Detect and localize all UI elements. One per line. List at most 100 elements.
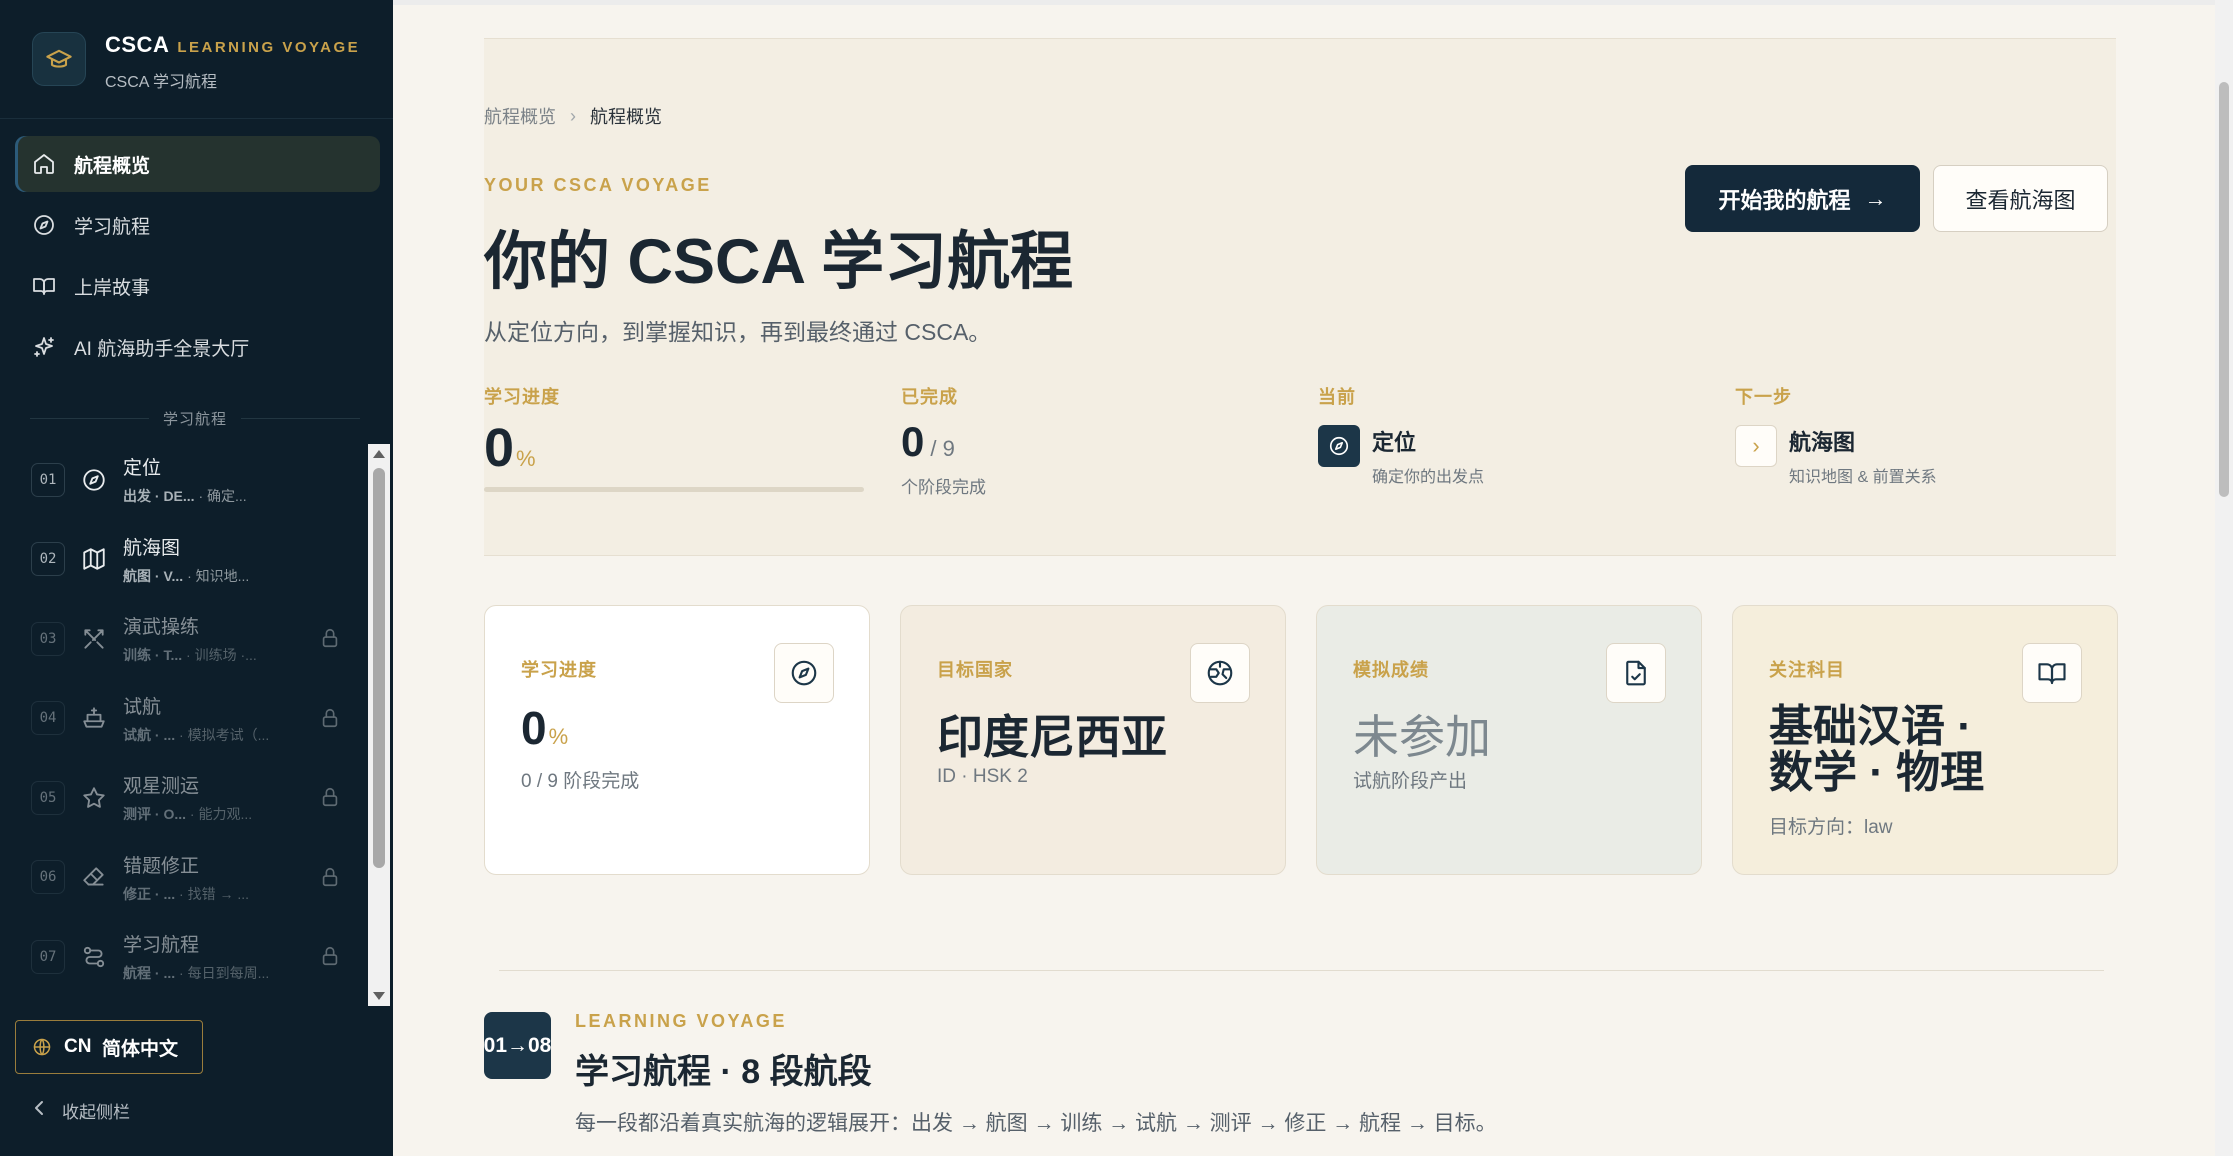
page-title: 你的 CSCA 学习航程 xyxy=(484,227,1074,297)
brand-subtitle: CSCA 学习航程 xyxy=(105,74,218,91)
progress-value: 0% xyxy=(484,418,536,478)
scrollbar-thumb[interactable] xyxy=(373,468,385,868)
next-stage[interactable]: › 航海图 知识地图 & 前置关系 xyxy=(1735,425,1937,487)
language-code: CN xyxy=(64,1036,92,1057)
voyage-eyebrow: LEARNING VOYAGE xyxy=(575,1011,787,1031)
stat-current: 当前 定位 确定你的出发点 xyxy=(1318,387,1485,487)
stage-title: 学习航程 xyxy=(123,935,200,957)
language-switch-button[interactable]: CN 简体中文 xyxy=(15,1020,203,1074)
hero-eyebrow: YOUR CSCA VOYAGE xyxy=(484,175,712,195)
brand[interactable]: CSCA LEARNING VOYAGE CSCA 学习航程 xyxy=(32,30,372,100)
stage-number: 03 xyxy=(31,621,65,656)
completed-value: 0/ 9 xyxy=(901,418,955,465)
stage-meta: 训练 · T... · 训练场 ·... xyxy=(123,647,257,664)
nav-item-voyage[interactable]: 学习航程 xyxy=(15,197,380,253)
stage-number: 01 xyxy=(31,462,65,497)
stages-section-label: 学习航程 xyxy=(30,408,361,429)
lock-icon xyxy=(319,627,341,649)
stage-meta: 出发 · DE... · 确定... xyxy=(123,488,247,505)
progress-bar xyxy=(484,487,864,492)
voyage-title: 学习航程 · 8 段航段 xyxy=(575,1053,872,1091)
compass-icon xyxy=(1318,425,1360,467)
breadcrumb-link[interactable]: 航程概览 xyxy=(484,103,556,129)
stage-meta: 航程 · ... · 每日到每周... xyxy=(123,965,270,982)
lock-icon xyxy=(319,866,341,888)
stat-completed: 已完成 0/ 9 个阶段完成 xyxy=(901,387,986,497)
stage-number: 07 xyxy=(31,939,65,974)
stage-meta: 试航 · ... · 模拟考试（... xyxy=(123,726,270,743)
card-learning-progress[interactable]: 学习进度 0% 0 / 9 阶段完成 xyxy=(484,605,870,875)
breadcrumb-current: 航程概览 xyxy=(590,107,662,127)
scroll-down-arrow-icon[interactable] xyxy=(373,992,385,1000)
nav-label: 航程概览 xyxy=(74,155,151,177)
lock-icon xyxy=(319,707,341,729)
current-stage[interactable]: 定位 确定你的出发点 xyxy=(1318,425,1484,487)
stage-number: 04 xyxy=(31,701,65,736)
chevron-left-icon xyxy=(32,1099,46,1122)
ship-icon xyxy=(77,701,111,735)
card-value: 印度尼西亚 xyxy=(937,711,1167,763)
stage-number: 06 xyxy=(31,860,65,895)
stage-title: 航海图 xyxy=(123,537,181,559)
nav-label: AI 航海助手全景大厅 xyxy=(74,338,250,360)
nav-item-ai-hall[interactable]: AI 航海助手全景大厅 xyxy=(15,319,380,375)
stage-number: 02 xyxy=(31,542,65,577)
hero-panel: 航程概览 › 航程概览 YOUR CSCA VOYAGE 你的 CSCA 学习航… xyxy=(484,38,2116,556)
nav-label: 上岸故事 xyxy=(74,277,151,299)
swords-icon xyxy=(77,622,111,656)
view-map-button[interactable]: 查看航海图 xyxy=(1933,165,2108,232)
stage-title: 错题修正 xyxy=(123,855,200,877)
voyage-badge: 01→08 xyxy=(484,1012,551,1079)
stage-item-06[interactable]: 06 错题修正修正 · ... · 找错 → ... xyxy=(15,838,367,918)
stage-item-07[interactable]: 07 学习航程航程 · ... · 每日到每周... xyxy=(15,917,367,997)
start-voyage-button[interactable]: 开始我的航程 → xyxy=(1685,165,1920,232)
stage-item-04[interactable]: 04 试航试航 · ... · 模拟考试（... xyxy=(15,679,367,759)
nav-item-overview[interactable]: 航程概览 xyxy=(15,136,380,192)
card-focus-subjects[interactable]: 关注科目 基础汉语 · 数学 · 物理 目标方向：law xyxy=(1732,605,2118,875)
lock-icon xyxy=(319,945,341,967)
scrollbar-thumb[interactable] xyxy=(2219,82,2229,497)
card-value: 未参加 xyxy=(1353,711,1491,763)
stage-list-scrollbar[interactable] xyxy=(368,444,390,1006)
collapse-sidebar-button[interactable]: 收起侧栏 xyxy=(32,1098,130,1123)
hero-subtitle: 从定位方向，到掌握知识，再到最终通过 CSCA。 xyxy=(484,319,992,345)
book-open-icon xyxy=(29,271,59,301)
stage-meta: 航图 · V... · 知识地... xyxy=(123,567,250,584)
card-mock-score[interactable]: 模拟成绩 未参加 试航阶段产出 xyxy=(1316,605,1702,875)
stage-item-01[interactable]: 01 定位 出发 · DE... · 确定... xyxy=(15,440,367,520)
stage-title: 观星测运 xyxy=(123,776,200,798)
arrow-right-icon: → xyxy=(1864,185,1887,211)
sidebar: CSCA LEARNING VOYAGE CSCA 学习航程 航程概览 学习航程 … xyxy=(0,0,393,1156)
compass-icon xyxy=(77,463,111,497)
page-scrollbar[interactable] xyxy=(2215,0,2233,1156)
stage-item-02[interactable]: 02 航海图航图 · V... · 知识地... xyxy=(15,520,367,600)
nav-label: 学习航程 xyxy=(74,216,151,238)
stage-title: 试航 xyxy=(123,696,162,718)
language-label: 简体中文 xyxy=(102,1038,179,1060)
stage-meta: 测评 · O... · 能力观... xyxy=(123,806,253,823)
globe-icon xyxy=(1190,643,1250,703)
stat-next: 下一步 › 航海图 知识地图 & 前置关系 xyxy=(1735,387,1937,487)
graduation-cap-icon xyxy=(32,32,86,86)
route-icon xyxy=(77,940,111,974)
divider xyxy=(0,118,393,119)
home-icon xyxy=(29,149,59,179)
stage-item-05[interactable]: 05 观星测运测评 · O... · 能力观... xyxy=(15,758,367,838)
main-nav: 航程概览 学习航程 上岸故事 AI 航海助手全景大厅 xyxy=(15,136,380,380)
stat-progress: 学习进度 0% xyxy=(484,383,864,492)
brand-tag: LEARNING VOYAGE xyxy=(177,39,361,56)
card-target-country[interactable]: 目标国家 印度尼西亚 ID · HSK 2 xyxy=(900,605,1286,875)
scroll-up-arrow-icon[interactable] xyxy=(373,450,385,458)
stage-item-03[interactable]: 03 演武操练 训练 · T... · 训练场 ·... xyxy=(15,599,367,679)
stage-list: 01 定位 出发 · DE... · 确定... 02 航海图航图 · V... … xyxy=(15,440,367,1005)
stage-number: 05 xyxy=(31,780,65,815)
compass-icon xyxy=(29,210,59,240)
nav-item-stories[interactable]: 上岸故事 xyxy=(15,258,380,314)
brand-title: CSCA LEARNING VOYAGE xyxy=(105,32,361,57)
breadcrumb: 航程概览 › 航程概览 xyxy=(484,103,662,129)
globe-icon xyxy=(32,1037,52,1057)
stage-meta: 修正 · ... · 找错 → ... xyxy=(123,885,250,902)
eraser-icon xyxy=(77,860,111,894)
main-content: 航程概览 › 航程概览 YOUR CSCA VOYAGE 你的 CSCA 学习航… xyxy=(393,0,2215,1156)
divider xyxy=(499,970,2104,971)
